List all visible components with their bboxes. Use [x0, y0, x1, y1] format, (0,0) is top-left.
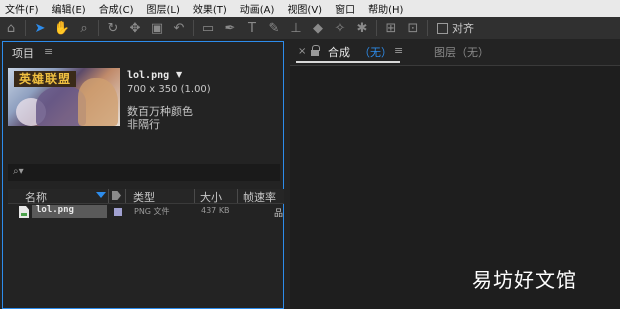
rotate-tool-icon[interactable]: ↻ — [102, 18, 124, 38]
row-file-name[interactable]: lol.png — [36, 205, 74, 215]
flowchart-icon[interactable]: 品 — [274, 206, 283, 219]
camera-tool-icon[interactable]: ▣ — [146, 18, 168, 38]
column-type[interactable]: 类型 — [133, 189, 155, 205]
brush-tool-icon[interactable]: ✎ — [263, 18, 285, 38]
anchor-tool-icon[interactable]: ✥ — [124, 18, 146, 38]
column-divider[interactable] — [125, 189, 126, 203]
panel-menu-icon[interactable]: ≡ — [394, 44, 403, 57]
panel-menu-icon[interactable]: ≡ — [44, 45, 53, 58]
snap-label: 对齐 — [452, 22, 474, 35]
menu-animation[interactable]: 动画(A) — [235, 1, 283, 16]
thumbnail-logo: 英雄联盟 — [18, 72, 71, 86]
tools-toolbar: ⌂ ➤ ✋ ⌕ ↻ ✥ ▣ ↶ ▭ ✒ T ✎ ⊥ ◆ ✧ ✱ ⊞ ⊡ 对齐 — [0, 17, 620, 39]
snap-checkbox[interactable] — [437, 22, 448, 34]
selection-tool-icon[interactable]: ➤ — [29, 18, 51, 38]
snap-toggle[interactable]: 对齐 — [437, 20, 474, 36]
label-tag-icon[interactable] — [112, 191, 121, 200]
column-divider[interactable] — [237, 189, 238, 203]
menu-help[interactable]: 帮助(H) — [363, 1, 411, 16]
column-size[interactable]: 大小 — [200, 189, 222, 205]
toolbar-divider — [376, 20, 377, 36]
align-icon[interactable]: ⊡ — [402, 18, 424, 38]
tab-layer[interactable]: 图层（无） — [434, 44, 489, 60]
pen-tool-icon[interactable]: ✒ — [219, 18, 241, 38]
column-frame-rate[interactable]: 帧速率 — [243, 189, 276, 205]
file-dimensions: 700 x 350 (1.00) — [127, 84, 211, 95]
menu-view[interactable]: 视图(V) — [282, 1, 330, 16]
search-icon[interactable]: ⌕▾ — [13, 166, 24, 177]
active-tab-underline — [296, 61, 400, 63]
menu-layer[interactable]: 图层(L) — [141, 1, 187, 16]
project-tab[interactable]: 项目 — [12, 45, 34, 61]
menu-edit[interactable]: 编辑(E) — [47, 1, 94, 16]
png-file-icon — [19, 206, 29, 218]
project-panel: 项目 ≡ 英雄联盟 lol.png ▼ 700 x 350 (1.00) 数百万… — [2, 41, 284, 309]
toolbar-divider — [25, 20, 26, 36]
thumbnail-figure — [78, 78, 118, 126]
column-divider[interactable] — [108, 189, 109, 203]
undo-icon[interactable]: ↶ — [168, 18, 190, 38]
label-color-swatch[interactable] — [114, 208, 122, 216]
toolbar-divider — [427, 20, 428, 36]
lock-icon[interactable] — [311, 45, 320, 56]
menu-window[interactable]: 窗口 — [330, 1, 363, 16]
sort-descending-icon[interactable] — [96, 192, 106, 198]
axis-icon[interactable]: ⊞ — [380, 18, 402, 38]
home-icon[interactable]: ⌂ — [0, 18, 22, 38]
toolbar-divider — [193, 20, 194, 36]
selected-file-name: lol.png — [127, 70, 170, 81]
text-tool-icon[interactable]: T — [241, 18, 263, 38]
composition-name: （无） — [359, 46, 392, 59]
row-file-type: PNG 文件 — [134, 207, 170, 216]
tab-composition[interactable]: 合成 — [328, 44, 350, 60]
row-file-size: 437 KB — [201, 206, 230, 215]
menu-effect[interactable]: 效果(T) — [188, 1, 235, 16]
rectangle-tool-icon[interactable]: ▭ — [197, 18, 219, 38]
file-interlace: 非隔行 — [127, 118, 160, 131]
file-dropdown-icon[interactable]: ▼ — [176, 70, 182, 79]
menu-file[interactable]: 文件(F) — [0, 1, 47, 16]
close-icon[interactable]: × — [298, 46, 306, 57]
column-name[interactable]: 名称 — [25, 189, 47, 205]
puppet-pin-icon[interactable]: ✱ — [351, 18, 373, 38]
hand-tool-icon[interactable]: ✋ — [51, 18, 73, 38]
stamp-tool-icon[interactable]: ⊥ — [285, 18, 307, 38]
menu-bar: 文件(F) 编辑(E) 合成(C) 图层(L) 效果(T) 动画(A) 视图(V… — [0, 0, 620, 17]
watermark: 易坊好文馆 — [472, 268, 577, 292]
menu-composition[interactable]: 合成(C) — [94, 1, 142, 16]
eraser-tool-icon[interactable]: ◆ — [307, 18, 329, 38]
project-search-input[interactable]: ⌕▾ — [8, 164, 280, 181]
zoom-tool-icon[interactable]: ⌕ — [73, 18, 95, 38]
column-divider[interactable] — [194, 189, 195, 203]
composition-panel-tabs: × 合成 （无） ≡ 图层（无） — [290, 41, 620, 65]
roto-brush-icon[interactable]: ✧ — [329, 18, 351, 38]
file-thumbnail: 英雄联盟 — [8, 68, 120, 126]
column-header: 名称 类型 大小 帧速率 — [8, 189, 284, 204]
table-row[interactable]: lol.png PNG 文件 437 KB 品 — [8, 205, 284, 219]
toolbar-divider — [98, 20, 99, 36]
